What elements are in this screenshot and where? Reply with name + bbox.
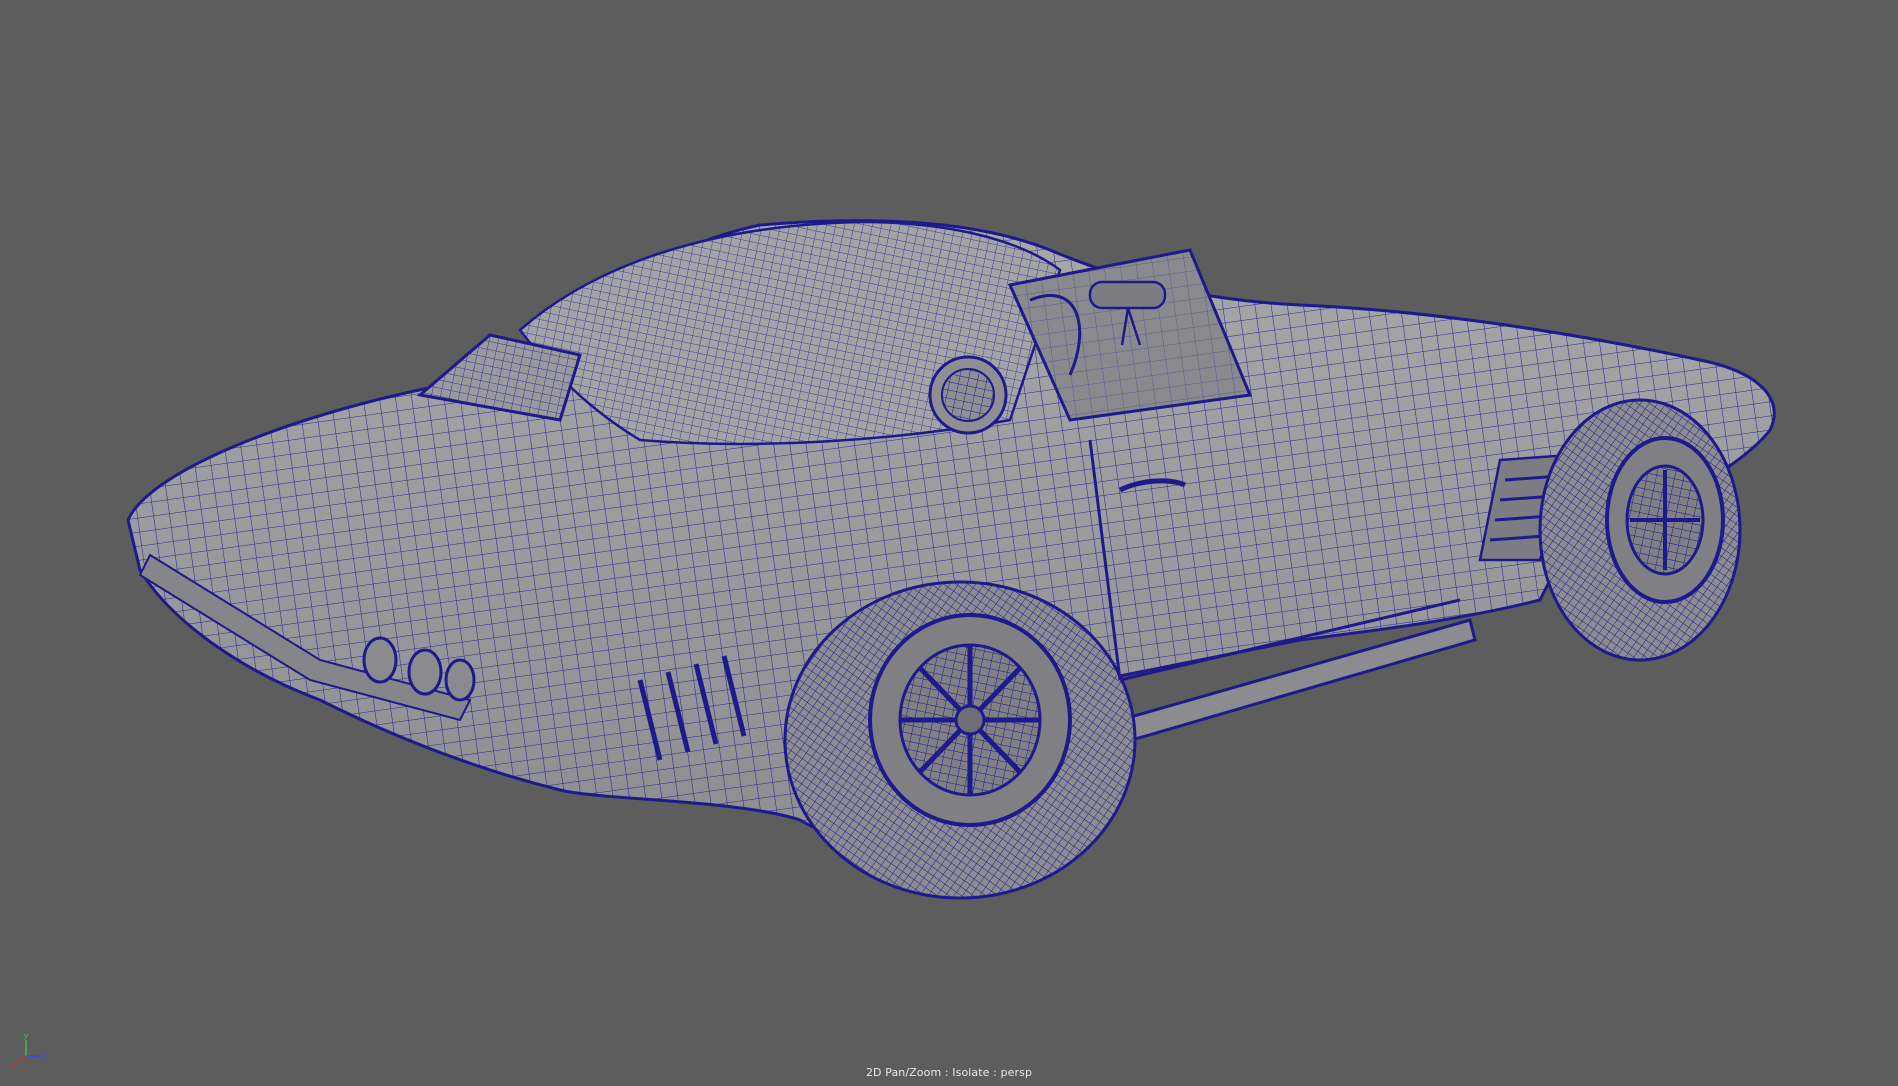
z-axis-label: z xyxy=(42,1052,46,1061)
fuel-cap xyxy=(928,355,1008,435)
front-wheel xyxy=(783,580,1137,900)
perspective-viewport[interactable]: y z x 2D Pan/Zoom : Isolate : persp xyxy=(0,0,1898,1086)
y-axis-label: y xyxy=(24,1031,29,1040)
x-axis-line xyxy=(15,1055,27,1063)
rear-wheel xyxy=(1538,398,1742,662)
viewport-hud-label: 2D Pan/Zoom : Isolate : persp xyxy=(865,1066,1033,1079)
axis-gizmo: y z x xyxy=(11,1031,46,1070)
car-wireframe-model[interactable] xyxy=(0,0,1898,1086)
